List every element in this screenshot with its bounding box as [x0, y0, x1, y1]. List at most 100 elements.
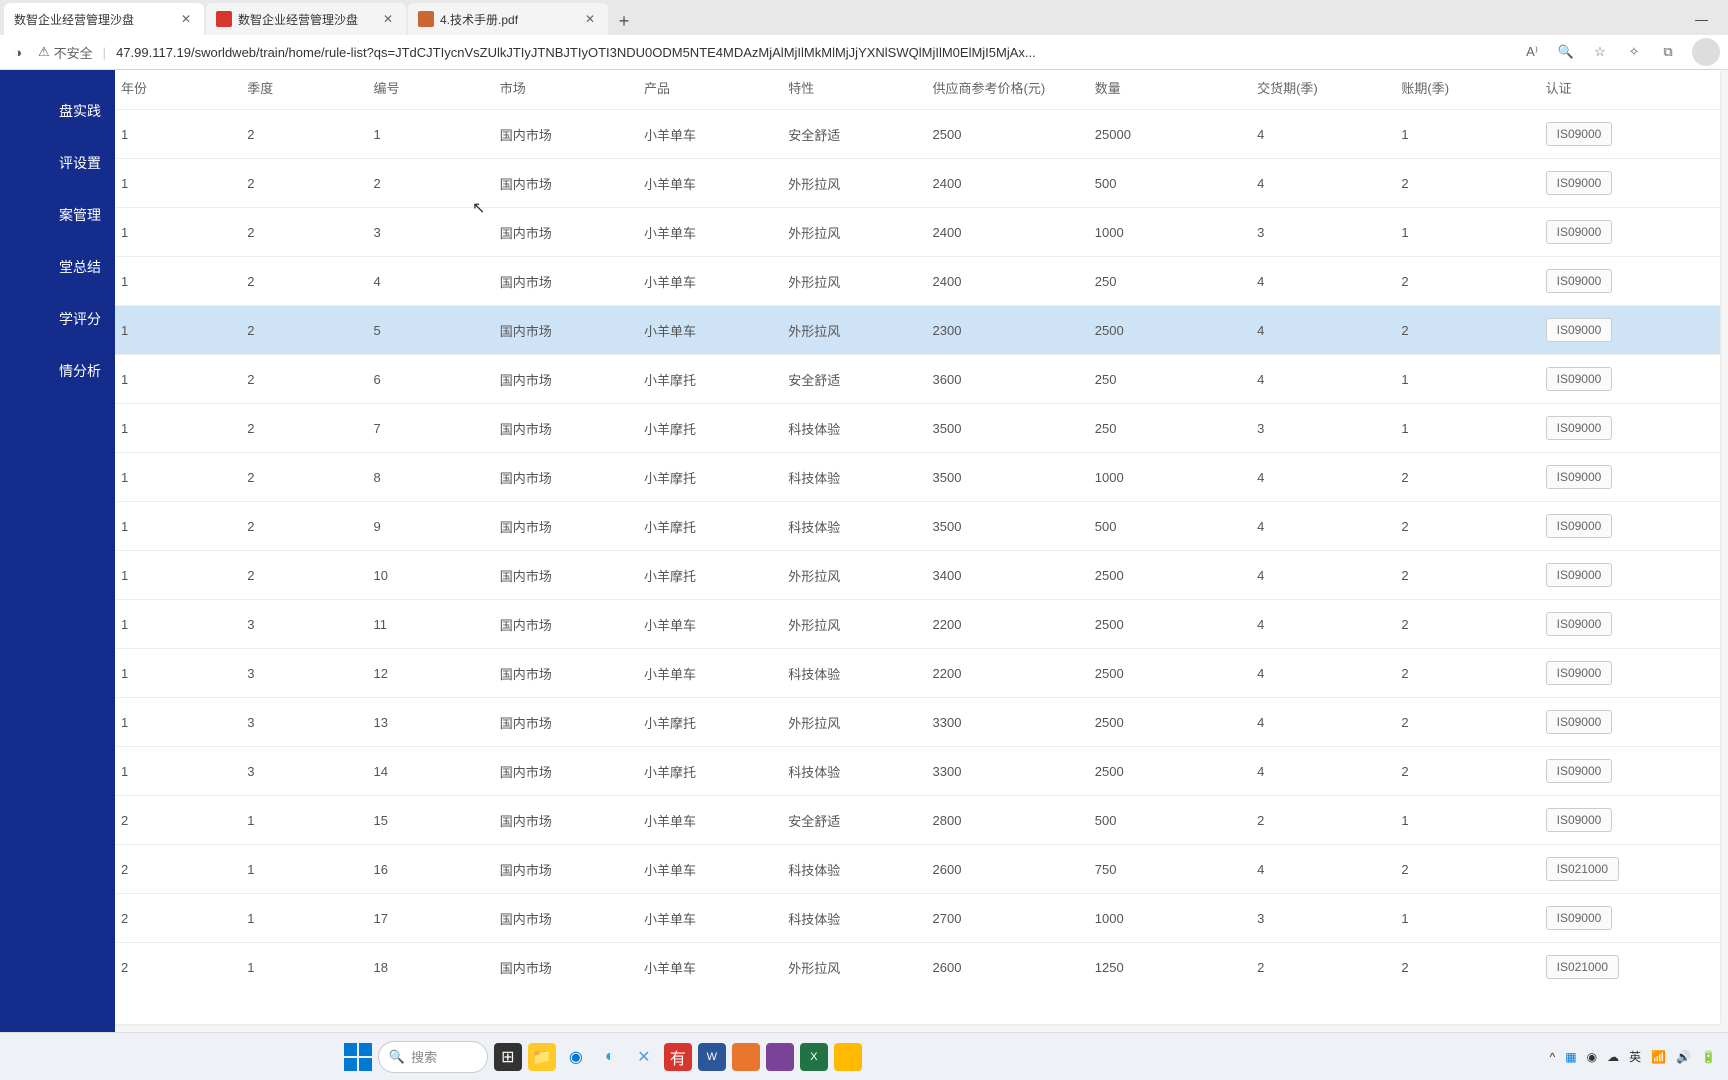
- table-row[interactable]: 127国内市场小羊摩托科技体验350025031IS09000: [115, 404, 1720, 453]
- data-table: 年份季度编号市场产品特性供应商参考价格(元)数量交货期(季)账期(季)认证 12…: [115, 70, 1720, 991]
- table-row[interactable]: 2117国内市场小羊单车科技体验2700100031IS09000: [115, 894, 1720, 943]
- tab-1[interactable]: 数智企业经营管理沙盘 ✕: [4, 3, 204, 35]
- pdf-icon: [418, 11, 434, 27]
- app-icon: [216, 11, 232, 27]
- explorer-icon[interactable]: 📁: [528, 1043, 556, 1071]
- table-row[interactable]: 2115国内市场小羊单车安全舒适280050021IS09000: [115, 796, 1720, 845]
- table-row[interactable]: 1314国内市场小羊摩托科技体验3300250042IS09000: [115, 747, 1720, 796]
- star-icon[interactable]: ☆: [1590, 42, 1610, 62]
- table-row[interactable]: 2118国内市场小羊单车外形拉风2600125022IS021000: [115, 943, 1720, 992]
- cert-button[interactable]: IS021000: [1546, 857, 1619, 881]
- sidebar-item-analysis[interactable]: 情分析: [0, 345, 115, 397]
- table-row[interactable]: 123国内市场小羊单车外形拉风2400100031IS09000: [115, 208, 1720, 257]
- cert-button[interactable]: IS09000: [1546, 122, 1613, 146]
- new-tab-button[interactable]: +: [610, 7, 638, 35]
- column-header: 年份: [115, 70, 241, 110]
- shield-icon[interactable]: ◑: [8, 42, 28, 62]
- cert-button[interactable]: IS09000: [1546, 759, 1613, 783]
- cert-button[interactable]: IS021000: [1546, 955, 1619, 979]
- browser-icon[interactable]: ◐: [596, 1043, 624, 1071]
- tray-cloud-icon[interactable]: ☁: [1607, 1050, 1619, 1064]
- system-tray[interactable]: ^ ▦ ◉ ☁ 英 📶 🔊 🔋: [1550, 1048, 1716, 1065]
- table-row[interactable]: 129国内市场小羊摩托科技体验350050042IS09000: [115, 502, 1720, 551]
- ime-indicator[interactable]: 英: [1629, 1048, 1641, 1065]
- profile-icon[interactable]: [1692, 38, 1720, 66]
- zoom-icon[interactable]: 🔍: [1556, 42, 1576, 62]
- search-icon: 🔍: [389, 1049, 405, 1065]
- tab-2[interactable]: 数智企业经营管理沙盘 ✕: [206, 3, 406, 35]
- sidebar-item-summary[interactable]: 堂总结: [0, 241, 115, 293]
- column-header: 认证: [1540, 70, 1720, 110]
- security-status[interactable]: ⚠ 不安全: [38, 43, 93, 62]
- browser-tab-strip: 数智企业经营管理沙盘 ✕ 数智企业经营管理沙盘 ✕ 4.技术手册.pdf ✕ +…: [0, 0, 1728, 35]
- cert-button[interactable]: IS09000: [1546, 171, 1613, 195]
- table-row[interactable]: 1210国内市场小羊摩托外形拉风3400250042IS09000: [115, 551, 1720, 600]
- cert-button[interactable]: IS09000: [1546, 710, 1613, 734]
- main-content[interactable]: 年份季度编号市场产品特性供应商参考价格(元)数量交货期(季)账期(季)认证 12…: [115, 70, 1720, 1024]
- favorites-icon[interactable]: ✧: [1624, 42, 1644, 62]
- column-header: 产品: [638, 70, 782, 110]
- close-icon[interactable]: ✕: [178, 11, 194, 27]
- sidebar-item-score[interactable]: 学评分: [0, 293, 115, 345]
- column-header: 季度: [241, 70, 367, 110]
- cert-button[interactable]: IS09000: [1546, 612, 1613, 636]
- cert-button[interactable]: IS09000: [1546, 269, 1613, 293]
- cert-button[interactable]: IS09000: [1546, 563, 1613, 587]
- app-icon-yellow[interactable]: [834, 1043, 862, 1071]
- table-row[interactable]: 121国内市场小羊单车安全舒适25002500041IS09000: [115, 110, 1720, 159]
- tab-title: 数智企业经营管理沙盘: [238, 11, 380, 28]
- column-header: 供应商参考价格(元): [927, 70, 1089, 110]
- close-icon[interactable]: ✕: [582, 11, 598, 27]
- app-icon-red[interactable]: 有: [664, 1043, 692, 1071]
- minimize-button[interactable]: —: [1679, 3, 1724, 35]
- column-header: 市场: [494, 70, 638, 110]
- task-view-icon[interactable]: ⊞: [494, 1043, 522, 1071]
- read-aloud-icon[interactable]: A⁾: [1522, 42, 1542, 62]
- battery-icon[interactable]: 🔋: [1701, 1050, 1716, 1064]
- chevron-up-icon[interactable]: ^: [1550, 1050, 1556, 1064]
- column-header: 交货期(季): [1251, 70, 1395, 110]
- table-row[interactable]: 122国内市场小羊单车外形拉风240050042IS09000: [115, 159, 1720, 208]
- start-button[interactable]: [344, 1043, 372, 1071]
- table-row[interactable]: 1313国内市场小羊摩托外形拉风3300250042IS09000: [115, 698, 1720, 747]
- tab-title: 4.技术手册.pdf: [440, 11, 582, 28]
- cert-button[interactable]: IS09000: [1546, 367, 1613, 391]
- url-text[interactable]: 47.99.117.19/sworldweb/train/home/rule-l…: [116, 45, 1512, 60]
- word-icon[interactable]: W: [698, 1043, 726, 1071]
- tray-shield-icon[interactable]: ◉: [1587, 1050, 1597, 1064]
- table-row[interactable]: 128国内市场小羊摩托科技体验3500100042IS09000: [115, 453, 1720, 502]
- excel-icon[interactable]: X: [800, 1043, 828, 1071]
- edge-icon[interactable]: ◉: [562, 1043, 590, 1071]
- tray-app-icon[interactable]: ▦: [1565, 1050, 1576, 1064]
- wifi-icon[interactable]: 📶: [1651, 1050, 1666, 1064]
- taskbar-search[interactable]: 🔍 搜索: [378, 1041, 488, 1073]
- app-icon-purple[interactable]: [766, 1043, 794, 1071]
- volume-icon[interactable]: 🔊: [1676, 1050, 1691, 1064]
- sidebar-item-eval-settings[interactable]: 评设置: [0, 137, 115, 189]
- collections-icon[interactable]: ⧉: [1658, 42, 1678, 62]
- table-row[interactable]: 125国内市场小羊单车外形拉风2300250042IS09000: [115, 306, 1720, 355]
- table-row[interactable]: 126国内市场小羊摩托安全舒适360025041IS09000: [115, 355, 1720, 404]
- cert-button[interactable]: IS09000: [1546, 318, 1613, 342]
- address-bar: ◑ ⚠ 不安全 | 47.99.117.19/sworldweb/train/h…: [0, 35, 1728, 70]
- app-icon-orange[interactable]: [732, 1043, 760, 1071]
- warning-icon: ⚠: [38, 44, 50, 60]
- taskbar: 🔍 搜索 ⊞ 📁 ◉ ◐ ✕ 有 W X ^ ▦ ◉ ☁ 英 📶 🔊 🔋: [0, 1032, 1728, 1080]
- cert-button[interactable]: IS09000: [1546, 416, 1613, 440]
- table-row[interactable]: 2116国内市场小羊单车科技体验260075042IS021000: [115, 845, 1720, 894]
- table-row[interactable]: 1311国内市场小羊单车外形拉风2200250042IS09000: [115, 600, 1720, 649]
- cert-button[interactable]: IS09000: [1546, 465, 1613, 489]
- sidebar-item-practice[interactable]: 盘实践: [0, 85, 115, 137]
- cert-button[interactable]: IS09000: [1546, 514, 1613, 538]
- cert-button[interactable]: IS09000: [1546, 906, 1613, 930]
- cert-button[interactable]: IS09000: [1546, 220, 1613, 244]
- cert-button[interactable]: IS09000: [1546, 808, 1613, 832]
- cert-button[interactable]: IS09000: [1546, 661, 1613, 685]
- table-row[interactable]: 124国内市场小羊单车外形拉风240025042IS09000: [115, 257, 1720, 306]
- table-row[interactable]: 1312国内市场小羊单车科技体验2200250042IS09000: [115, 649, 1720, 698]
- tab-3[interactable]: 4.技术手册.pdf ✕: [408, 3, 608, 35]
- sidebar-item-case-mgmt[interactable]: 案管理: [0, 189, 115, 241]
- app-icon-x[interactable]: ✕: [630, 1043, 658, 1071]
- sidebar: 盘实践 评设置 案管理 堂总结 学评分 情分析: [0, 70, 115, 1032]
- close-icon[interactable]: ✕: [380, 11, 396, 27]
